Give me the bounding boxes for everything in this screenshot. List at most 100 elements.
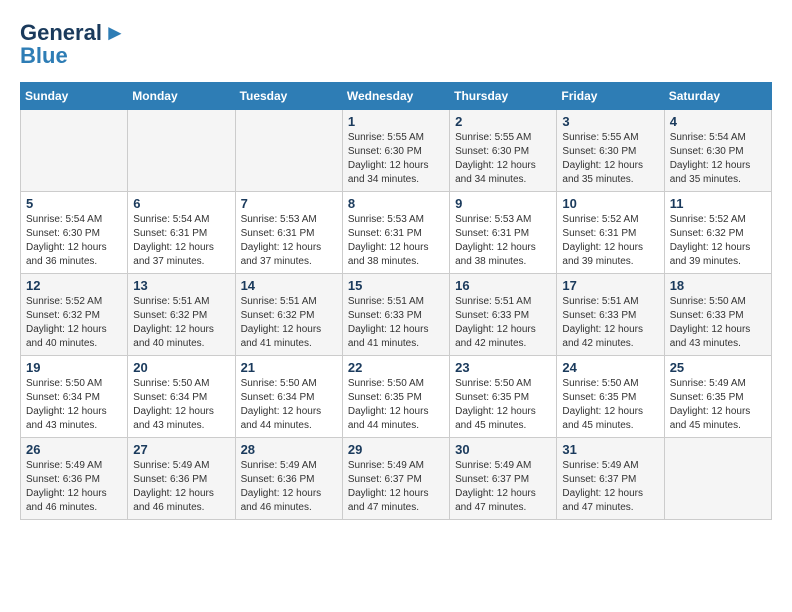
day-info: Sunrise: 5:50 AMSunset: 6:33 PMDaylight:… (670, 295, 766, 351)
day-number: 12 (26, 278, 122, 293)
day-number: 7 (241, 196, 337, 211)
day-cell: 11 Sunrise: 5:52 AMSunset: 6:32 PMDayligh… (664, 191, 771, 273)
day-info: Sunrise: 5:51 AMSunset: 6:32 PMDaylight:… (241, 295, 337, 351)
day-header-tuesday: Tuesday (235, 82, 342, 109)
day-number: 8 (348, 196, 444, 211)
day-header-friday: Friday (557, 82, 664, 109)
day-cell: 4Sunrise: 5:54 AMSunset: 6:30 PMDaylight… (664, 109, 771, 191)
day-number: 21 (241, 360, 337, 375)
day-info: Sunrise: 5:50 AMSunset: 6:35 PMDaylight:… (562, 377, 658, 433)
day-info: Sunrise: 5:49 AMSunset: 6:35 PMDaylight:… (670, 377, 766, 433)
day-cell: 20Sunrise: 5:50 AMSunset: 6:34 PMDayligh… (128, 355, 235, 437)
day-cell: 5 Sunrise: 5:54 AMSunset: 6:30 PMDaylight… (21, 191, 128, 273)
day-cell: 13 Sunrise: 5:51 AMSunset: 6:32 PMDayligh… (128, 273, 235, 355)
day-number: 13 (133, 278, 229, 293)
day-number: 3 (562, 114, 658, 129)
week-row-1: 1 Sunrise: 5:55 AMSunset: 6:30 PMDaylight… (21, 109, 772, 191)
day-cell: 22 Sunrise: 5:50 AMSunset: 6:35 PMDayligh… (342, 355, 449, 437)
day-cell: 19 Sunrise: 5:50 AMSunset: 6:34 PMDayligh… (21, 355, 128, 437)
day-info: Sunrise: 5:52 AMSunset: 6:32 PMDaylight:… (26, 295, 122, 351)
day-header-thursday: Thursday (450, 82, 557, 109)
day-number: 19 (26, 360, 122, 375)
day-info: Sunrise: 5:50 AMSunset: 6:34 PMDaylight:… (241, 377, 337, 433)
day-info: Sunrise: 5:51 AMSunset: 6:32 PMDaylight:… (133, 295, 229, 351)
day-header-sunday: Sunday (21, 82, 128, 109)
days-header-row: SundayMondayTuesdayWednesdayThursdayFrid… (21, 82, 772, 109)
day-cell: 3Sunrise: 5:55 AMSunset: 6:30 PMDaylight… (557, 109, 664, 191)
logo-bird-icon: ► (104, 20, 126, 46)
day-cell: 16 Sunrise: 5:51 AMSunset: 6:33 PMDayligh… (450, 273, 557, 355)
day-info: Sunrise: 5:51 AMSunset: 6:33 PMDaylight:… (348, 295, 444, 351)
week-row-5: 26 Sunrise: 5:49 AMSunset: 6:36 PMDayligh… (21, 437, 772, 519)
day-cell: 24 Sunrise: 5:50 AMSunset: 6:35 PMDayligh… (557, 355, 664, 437)
day-info: Sunrise: 5:53 AMSunset: 6:31 PMDaylight:… (241, 213, 337, 269)
day-number: 22 (348, 360, 444, 375)
day-info: Sunrise: 5:49 AMSunset: 6:36 PMDaylight:… (26, 459, 122, 515)
day-number: 29 (348, 442, 444, 457)
day-number: 17 (562, 278, 658, 293)
day-info: Sunrise: 5:50 AMSunset: 6:34 PMDaylight:… (26, 377, 122, 433)
day-header-saturday: Saturday (664, 82, 771, 109)
day-cell (664, 437, 771, 519)
day-number: 15 (348, 278, 444, 293)
day-number: 31 (562, 442, 658, 457)
day-info: Sunrise: 5:53 AMSunset: 6:31 PMDaylight:… (455, 213, 551, 269)
day-cell: 27 Sunrise: 5:49 AMSunset: 6:36 PMDayligh… (128, 437, 235, 519)
week-row-4: 19 Sunrise: 5:50 AMSunset: 6:34 PMDayligh… (21, 355, 772, 437)
day-header-wednesday: Wednesday (342, 82, 449, 109)
day-info: Sunrise: 5:50 AMSunset: 6:35 PMDaylight:… (455, 377, 551, 433)
day-number: 28 (241, 442, 337, 457)
day-number: 1 (348, 114, 444, 129)
day-number: 27 (133, 442, 229, 457)
day-info: Sunrise: 5:49 AMSunset: 6:36 PMDaylight:… (241, 459, 337, 515)
day-number: 20 (133, 360, 229, 375)
day-info: Sunrise: 5:49 AMSunset: 6:36 PMDaylight:… (133, 459, 229, 515)
day-number: 11 (670, 196, 766, 211)
day-cell: 2Sunrise: 5:55 AMSunset: 6:30 PMDaylight… (450, 109, 557, 191)
day-number: 4 (670, 114, 766, 129)
day-cell: 1Sunrise: 5:55 AMSunset: 6:30 PMDaylight… (342, 109, 449, 191)
day-cell: 25 Sunrise: 5:49 AMSunset: 6:35 PMDayligh… (664, 355, 771, 437)
day-info: Sunrise: 5:55 AMSunset: 6:30 PMDaylight:… (455, 131, 551, 187)
day-number: 16 (455, 278, 551, 293)
day-cell: 8Sunrise: 5:53 AMSunset: 6:31 PMDaylight… (342, 191, 449, 273)
day-cell: 9 Sunrise: 5:53 AMSunset: 6:31 PMDaylight… (450, 191, 557, 273)
logo: General ► Blue (20, 20, 126, 66)
day-cell: 29 Sunrise: 5:49 AMSunset: 6:37 PMDayligh… (342, 437, 449, 519)
day-cell: 14 Sunrise: 5:51 AMSunset: 6:32 PMDayligh… (235, 273, 342, 355)
day-number: 14 (241, 278, 337, 293)
day-cell: 18 Sunrise: 5:50 AMSunset: 6:33 PMDayligh… (664, 273, 771, 355)
day-cell: 31Sunrise: 5:49 AMSunset: 6:37 PMDayligh… (557, 437, 664, 519)
day-number: 23 (455, 360, 551, 375)
day-header-monday: Monday (128, 82, 235, 109)
day-cell: 12 Sunrise: 5:52 AMSunset: 6:32 PMDayligh… (21, 273, 128, 355)
day-number: 5 (26, 196, 122, 211)
day-info: Sunrise: 5:49 AMSunset: 6:37 PMDaylight:… (455, 459, 551, 515)
day-number: 25 (670, 360, 766, 375)
day-info: Sunrise: 5:50 AMSunset: 6:35 PMDaylight:… (348, 377, 444, 433)
calendar-table: SundayMondayTuesdayWednesdayThursdayFrid… (20, 82, 772, 520)
day-number: 9 (455, 196, 551, 211)
day-cell: 15 Sunrise: 5:51 AMSunset: 6:33 PMDayligh… (342, 273, 449, 355)
day-info: Sunrise: 5:54 AMSunset: 6:30 PMDaylight:… (26, 213, 122, 269)
day-info: Sunrise: 5:49 AMSunset: 6:37 PMDaylight:… (348, 459, 444, 515)
day-cell (128, 109, 235, 191)
day-number: 18 (670, 278, 766, 293)
day-info: Sunrise: 5:52 AMSunset: 6:31 PMDaylight:… (562, 213, 658, 269)
day-cell: 30 Sunrise: 5:49 AMSunset: 6:37 PMDayligh… (450, 437, 557, 519)
day-number: 30 (455, 442, 551, 457)
day-info: Sunrise: 5:54 AMSunset: 6:31 PMDaylight:… (133, 213, 229, 269)
day-number: 24 (562, 360, 658, 375)
day-cell: 26 Sunrise: 5:49 AMSunset: 6:36 PMDayligh… (21, 437, 128, 519)
day-number: 26 (26, 442, 122, 457)
page-header: General ► Blue (20, 20, 772, 66)
day-cell: 7 Sunrise: 5:53 AMSunset: 6:31 PMDaylight… (235, 191, 342, 273)
day-info: Sunrise: 5:51 AMSunset: 6:33 PMDaylight:… (455, 295, 551, 351)
day-cell: 23 Sunrise: 5:50 AMSunset: 6:35 PMDayligh… (450, 355, 557, 437)
day-cell: 10Sunrise: 5:52 AMSunset: 6:31 PMDayligh… (557, 191, 664, 273)
day-cell: 17Sunrise: 5:51 AMSunset: 6:33 PMDayligh… (557, 273, 664, 355)
logo-blue: Blue (20, 46, 68, 66)
day-info: Sunrise: 5:52 AMSunset: 6:32 PMDaylight:… (670, 213, 766, 269)
day-cell (235, 109, 342, 191)
day-cell: 28 Sunrise: 5:49 AMSunset: 6:36 PMDayligh… (235, 437, 342, 519)
